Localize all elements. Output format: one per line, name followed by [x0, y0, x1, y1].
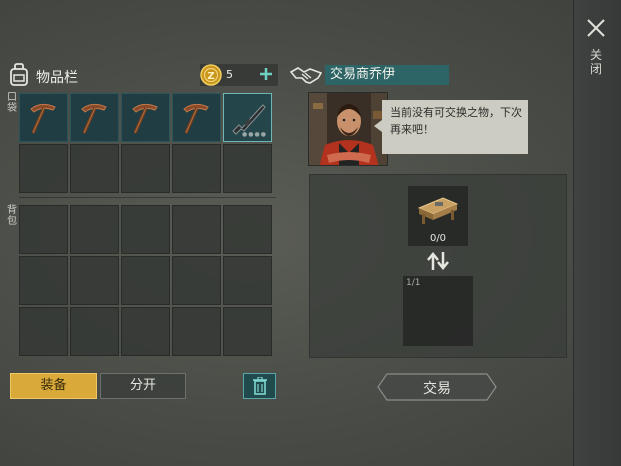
pocket-slot[interactable]: [172, 144, 221, 193]
pocket-slot[interactable]: [70, 93, 119, 142]
pickaxe-icon: [132, 103, 158, 134]
backpack-slot[interactable]: [70, 307, 119, 356]
coin-icon: Z: [200, 64, 222, 86]
trader-message: 当前没有可交换之物，下次再来吧！: [382, 100, 528, 154]
split-button[interactable]: 分开: [100, 373, 186, 399]
backpack-slot[interactable]: [121, 205, 170, 254]
inventory-header: 物品栏 Z 5: [8, 63, 280, 89]
close-label[interactable]: 关闭: [589, 48, 603, 76]
handshake-icon: [290, 67, 322, 84]
backpack-slot[interactable]: [121, 307, 170, 356]
backpack-slot[interactable]: [172, 205, 221, 254]
trader-name: 交易商乔伊: [325, 65, 449, 85]
backpack-slot[interactable]: [19, 205, 68, 254]
pocket-slot[interactable]: [19, 144, 68, 193]
pocket-slot[interactable]: [70, 144, 119, 193]
swap-arrows-icon: [427, 252, 449, 270]
pocket-grid: ●●●●: [19, 93, 272, 193]
pickaxe-icon: [30, 103, 56, 134]
plus-icon[interactable]: [258, 66, 274, 82]
pocket-slot[interactable]: [121, 144, 170, 193]
svg-text:Z: Z: [207, 71, 214, 82]
backpack-grid: [19, 205, 272, 356]
backpack-slot[interactable]: [70, 205, 119, 254]
durability-dots: ●●●●: [242, 131, 267, 138]
backpack-slot[interactable]: [70, 256, 119, 305]
backpack-slot[interactable]: [172, 256, 221, 305]
coin-count: 5: [226, 68, 233, 81]
pocket-slot[interactable]: [172, 93, 221, 142]
trash-icon: [252, 376, 267, 395]
speech-tail: [374, 120, 382, 132]
coin-display: Z 5: [200, 64, 278, 86]
backpack-slot[interactable]: [121, 256, 170, 305]
backpack-slot[interactable]: [223, 256, 272, 305]
trade-button-label[interactable]: 交易: [377, 378, 497, 398]
workbench-icon: [417, 197, 459, 224]
equip-button[interactable]: 装备: [10, 373, 97, 399]
backpack-slot[interactable]: [223, 307, 272, 356]
backpack-icon: [10, 63, 28, 86]
inventory-title: 物品栏: [36, 70, 78, 86]
pocket-slot[interactable]: [19, 93, 68, 142]
trash-button[interactable]: [243, 373, 276, 399]
pocket-slot[interactable]: [121, 93, 170, 142]
offer-count: 0/0: [429, 233, 447, 244]
backpack-slot[interactable]: [172, 307, 221, 356]
receive-count: 1/1: [406, 278, 421, 288]
pickaxe-icon: [183, 103, 209, 134]
pickaxe-icon: [81, 103, 107, 134]
backpack-slot[interactable]: [223, 205, 272, 254]
backpack-slot[interactable]: [19, 256, 68, 305]
pocket-slot-selected[interactable]: ●●●●: [223, 93, 272, 142]
section-divider: [19, 197, 276, 198]
pocket-tag: 口袋: [7, 92, 17, 114]
close-icon[interactable]: [585, 17, 607, 39]
backpack-tag: 背包: [7, 205, 17, 227]
pocket-slot[interactable]: [223, 144, 272, 193]
trader-header: 交易商乔伊: [290, 64, 450, 86]
backpack-slot[interactable]: [19, 307, 68, 356]
